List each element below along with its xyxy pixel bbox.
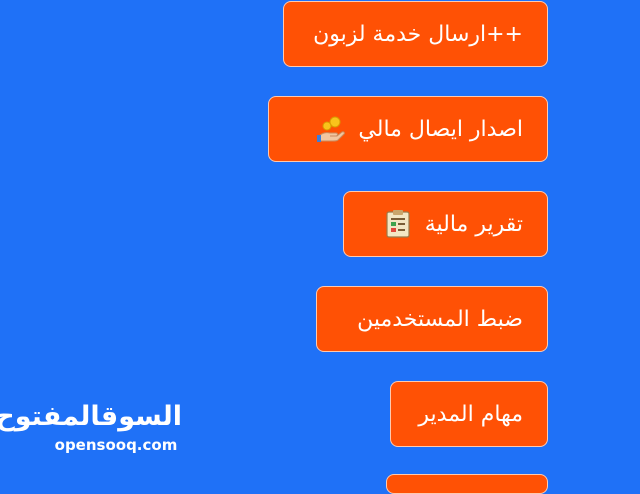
issue-receipt-label: اصدار ايصال مالي bbox=[358, 116, 523, 142]
hand-coins-icon bbox=[317, 116, 346, 142]
send-service-button[interactable]: ++ارسال خدمة لزبون bbox=[283, 1, 548, 67]
manager-tasks-button[interactable]: مهام المدير bbox=[390, 381, 548, 447]
issue-receipt-button[interactable]: اصدار ايصال مالي bbox=[268, 96, 548, 162]
manager-tasks-label: مهام المدير bbox=[418, 401, 523, 427]
report-document-icon bbox=[386, 210, 410, 238]
watermark-latin-text: opensooq.com bbox=[54, 436, 178, 454]
send-service-label: ++ارسال خدمة لزبون bbox=[313, 21, 523, 47]
user-settings-button[interactable]: ضبط المستخدمين bbox=[316, 286, 548, 352]
user-settings-label: ضبط المستخدمين bbox=[357, 306, 523, 332]
financial-reports-button[interactable]: تقرير مالية bbox=[343, 191, 548, 257]
financial-reports-label: تقرير مالية bbox=[424, 211, 523, 237]
next-menu-button[interactable] bbox=[386, 474, 548, 494]
watermark-arabic-text: السوقالمفتوح bbox=[0, 401, 182, 432]
opensooq-watermark-logo: السوقالمفتوح opensooq.com bbox=[0, 400, 182, 456]
